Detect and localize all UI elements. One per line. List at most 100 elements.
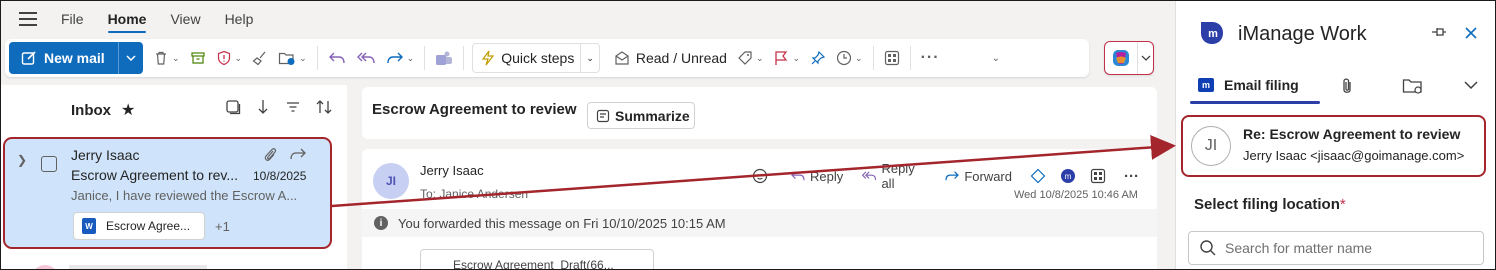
menu-file[interactable]: File (61, 3, 84, 35)
mail-preview: Janice, I have reviewed the Escrow A... (71, 188, 298, 203)
menu-help[interactable]: Help (225, 3, 254, 35)
pin-button[interactable] (810, 43, 826, 73)
matter-search-box[interactable] (1188, 231, 1484, 265)
copilot-icon[interactable] (1105, 48, 1137, 68)
reply-button[interactable] (328, 43, 346, 73)
attachment-chip[interactable]: W Escrow Agree... (73, 212, 205, 240)
reply-all-action[interactable]: Reply all (861, 161, 926, 191)
select-mode-icon[interactable] (225, 99, 241, 115)
mail-subject: Escrow Agreement to rev... (71, 167, 239, 183)
required-indicator: * (1339, 196, 1346, 213)
jump-to-icon[interactable] (255, 99, 271, 115)
pin-icon (811, 50, 826, 65)
pin-icon[interactable] (1430, 25, 1448, 39)
mail-list-item[interactable] (31, 263, 331, 269)
imanage-tab-icon: m (1198, 78, 1214, 92)
summarize-button[interactable]: Summarize (587, 102, 695, 129)
outlook-window: File Home View Help New mail ⌄ ⌄ ⌄ ⌄ Qui… (1, 1, 1175, 270)
ribbon-separator (463, 46, 465, 70)
teams-button[interactable] (435, 43, 453, 73)
react-button[interactable] (752, 168, 772, 184)
favorite-star-icon[interactable]: ★ (121, 100, 135, 120)
svg-text:m: m (1065, 172, 1072, 181)
categorize-button[interactable]: ⌄ (737, 43, 763, 73)
reading-pane-body: JI Jerry Isaac To: Janice Andersen Reply… (362, 149, 1157, 270)
report-button[interactable]: ⌄ (216, 43, 242, 73)
lightning-icon (481, 50, 495, 66)
move-to-button[interactable]: ⌄ (278, 43, 307, 73)
ribbon-toolbar: New mail ⌄ ⌄ ⌄ ⌄ Quick steps ⌄ Read / Un… (5, 39, 1089, 77)
forwarded-notice: You forwarded this message on Fri 10/10/… (398, 215, 726, 231)
paperclip-icon[interactable] (1340, 77, 1354, 95)
expand-thread-icon[interactable]: ❯ (17, 153, 27, 167)
quick-steps-label: Quick steps (501, 50, 575, 66)
chevron-down-icon[interactable] (1464, 81, 1478, 89)
expand-ribbon-icon[interactable]: ⌄ (992, 43, 1000, 73)
menu-view[interactable]: View (170, 3, 200, 35)
sender-name: Jerry Isaac (420, 163, 484, 178)
addin-icon (1030, 168, 1046, 184)
email-card-from: Jerry Isaac <jisaac@goimanage.com> (1243, 148, 1465, 163)
copilot-button[interactable] (1104, 41, 1154, 75)
tag-icon (738, 51, 752, 65)
summarize-icon (596, 109, 610, 122)
mail-sender: Jerry Isaac (71, 147, 140, 163)
matter-search-input[interactable] (1225, 240, 1465, 256)
imanage-panel: m iManage Work m Email filing JI Re: Esc… (1175, 1, 1495, 269)
sort-icon[interactable] (315, 99, 333, 115)
hamburger-menu-icon[interactable] (19, 12, 37, 26)
smiley-icon (752, 168, 768, 184)
apps-button[interactable] (1090, 168, 1110, 184)
ribbon-separator (424, 46, 426, 70)
mail-list-item-selected[interactable]: ❯ Jerry Isaac Escrow Agreement to rev...… (3, 137, 332, 249)
new-mail-button[interactable]: New mail (9, 42, 143, 74)
snooze-button[interactable]: ⌄ (836, 43, 863, 73)
email-card: JI Re: Escrow Agreement to review Jerry … (1181, 115, 1486, 177)
mail-date: 10/8/2025 (253, 169, 307, 183)
reply-all-button[interactable] (356, 43, 376, 73)
chevron-down-icon[interactable]: ⌄ (580, 44, 599, 72)
forward-label: Forward (964, 168, 1012, 184)
close-icon[interactable] (1463, 25, 1479, 41)
forward-button[interactable]: ⌄ (386, 43, 414, 73)
message-attachment[interactable]: Escrow Agreement_Draft(66... (420, 249, 654, 270)
archive-icon (190, 52, 205, 64)
reply-label: Reply (810, 168, 844, 184)
quick-steps-button[interactable]: Quick steps ⌄ (472, 43, 600, 73)
ribbon-separator (909, 46, 911, 70)
forward-action[interactable]: Forward (944, 169, 1012, 184)
trash-icon (156, 51, 166, 65)
filing-location-text: Select filing location (1194, 196, 1340, 213)
new-mail-dropdown[interactable] (119, 55, 143, 61)
new-mail-main[interactable]: New mail (9, 42, 119, 74)
archive-button[interactable] (190, 43, 206, 73)
addin-button[interactable] (1030, 168, 1050, 184)
more-options-icon[interactable]: ··· (921, 43, 940, 73)
flag-button[interactable]: ⌄ (773, 43, 800, 73)
search-icon (1200, 240, 1216, 256)
apps-button[interactable] (884, 43, 900, 73)
folder-link-icon[interactable] (1402, 77, 1424, 95)
copilot-dropdown[interactable] (1137, 42, 1153, 74)
delete-button[interactable]: ⌄ (153, 43, 180, 73)
message-actions: Reply Reply all Forward m ··· (752, 161, 1157, 191)
reply-action[interactable]: Reply (790, 169, 843, 184)
select-checkbox[interactable] (41, 156, 57, 172)
envelope-open-icon (615, 51, 629, 65)
read-unread-button[interactable]: Read / Unread (614, 43, 727, 73)
reply-icon (328, 52, 345, 64)
info-icon: i (374, 216, 388, 230)
message-attachment-name: Escrow Agreement_Draft(66... (453, 258, 614, 270)
sweep-button[interactable] (252, 43, 268, 73)
imanage-addin-button[interactable]: m (1060, 168, 1080, 184)
compose-icon (21, 51, 36, 65)
tab-email-filing[interactable]: m Email filing (1198, 77, 1299, 93)
filter-icon[interactable] (285, 99, 301, 115)
more-options-icon[interactable]: ··· (1124, 168, 1139, 185)
forward-icon (945, 171, 960, 181)
forward-icon (386, 52, 403, 64)
menu-home[interactable]: Home (107, 3, 146, 35)
recipient-line: To: Janice Andersen (420, 187, 529, 201)
clock-icon (836, 50, 852, 66)
menu-bar: File Home View Help (1, 1, 1175, 37)
